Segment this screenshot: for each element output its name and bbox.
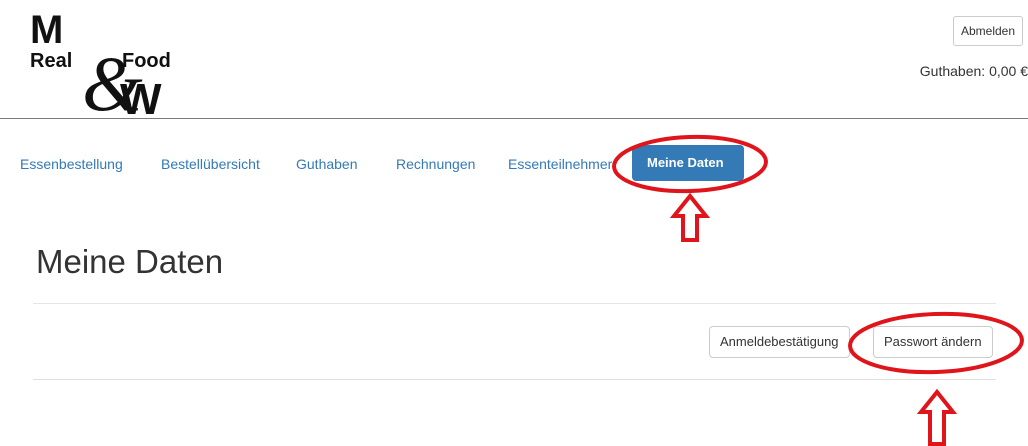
brand-logo[interactable]: M & Real Food W <box>30 6 170 118</box>
nav-item-essenteilnehmer[interactable]: Essenteilnehmer <box>508 156 612 172</box>
nav-item-rechnungen[interactable]: Rechnungen <box>396 156 475 172</box>
nav-item-guthaben[interactable]: Guthaben <box>296 156 358 172</box>
arrow-up-icon <box>916 388 958 446</box>
nav-item-essenbestellung[interactable]: Essenbestellung <box>20 156 123 172</box>
arrow-up-icon <box>669 192 711 242</box>
login-confirmation-button[interactable]: Anmeldebestätigung <box>709 326 850 358</box>
nav-item-meine-daten[interactable]: Meine Daten <box>632 145 744 181</box>
page: M & Real Food W Abmelden Guthaben: 0,00 … <box>0 0 1028 446</box>
change-password-button[interactable]: Passwort ändern <box>873 326 993 358</box>
nav-item-bestelluebersicht[interactable]: Bestellübersicht <box>161 156 260 172</box>
logo-word-food: Food <box>122 50 170 72</box>
logo-word-real: Real <box>30 50 72 72</box>
logo-letter-w: W <box>120 75 162 118</box>
balance-text: Guthaben: 0,00 € <box>919 63 1028 79</box>
header-divider <box>0 118 1028 119</box>
logo-letter-m: M <box>30 8 63 52</box>
title-divider <box>33 303 996 304</box>
page-title: Meine Daten <box>36 243 224 280</box>
section-divider <box>33 379 996 380</box>
logout-button[interactable]: Abmelden <box>953 16 1023 46</box>
